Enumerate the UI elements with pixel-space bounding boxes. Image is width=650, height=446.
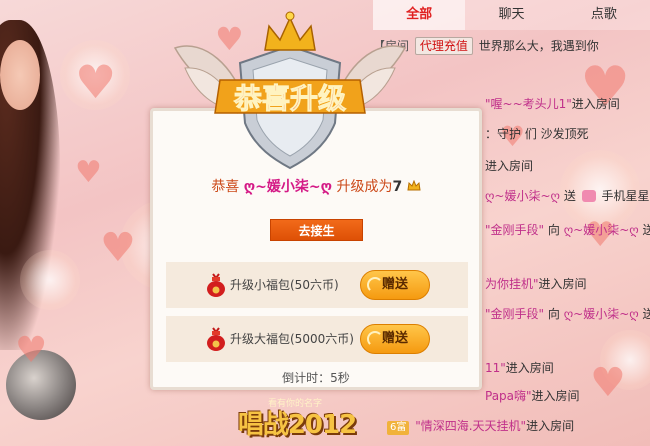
chat-line: Papa嗨"进入房间 <box>485 386 650 406</box>
chat-text: 送 <box>563 189 576 203</box>
go-deliver-button[interactable]: 去接生 <box>270 219 363 241</box>
gift-name: 手机星星， <box>601 189 650 203</box>
chat-line: ：守护 们 沙发顶死 <box>485 124 650 144</box>
small-lucky-bag-label: 升级小福包(50六币) <box>230 278 339 292</box>
user-name[interactable]: ღ~媛小柒~ღ <box>564 307 639 321</box>
user-name[interactable]: 为你挂机" <box>485 277 539 291</box>
lucky-bag-icon <box>207 327 225 351</box>
chat-text: 向 <box>547 223 560 237</box>
crown-icon <box>407 180 421 191</box>
send-small-lucky-bag-button[interactable]: 赠送 <box>360 270 430 300</box>
chat-line: 6富 "情深四海.天天挂机"进入房间 <box>387 416 650 436</box>
countdown-text: 倒计时：5秒 <box>282 371 350 385</box>
send-button-label: 赠送 <box>381 277 408 292</box>
swirl-icon <box>367 277 383 293</box>
user-name[interactable]: "喔~~考头儿1" <box>485 97 572 111</box>
bokeh-light <box>20 250 80 310</box>
user-name[interactable]: "金刚手段" <box>485 307 544 321</box>
send-button-label: 赠送 <box>381 331 408 346</box>
chat-text: 进入房间 <box>485 159 534 173</box>
heart-icon: ♥ <box>75 55 117 109</box>
event-logo-subtitle: 看有你的名字 <box>268 399 323 409</box>
chat-text: 送 <box>642 223 650 237</box>
chat-text: ：守护 们 沙发顶死 <box>485 127 589 141</box>
level-up-emblem: 恭喜升级 <box>173 11 407 170</box>
user-name[interactable]: 11" <box>485 361 506 375</box>
heart-icon: ♥ <box>15 330 48 371</box>
chat-text: 送 <box>642 307 650 321</box>
user-name[interactable]: Papa嗨" <box>485 389 532 403</box>
emblem-title: 恭喜升级 <box>233 82 346 115</box>
chat-line: "金刚手段" 向 ღ~媛小柒~ღ 送 <box>485 220 650 240</box>
chat-line: ღ~媛小柒~ღ 送 手机星星， <box>485 186 650 206</box>
user-name[interactable]: ღ~媛小柒~ღ <box>564 223 639 237</box>
chat-text: 进入房间 <box>505 361 554 375</box>
agent-recharge-button[interactable]: 代理充值 <box>414 37 473 55</box>
big-lucky-bag-label: 升级大福包(5000六币) <box>230 332 354 346</box>
room-announcement: 世界那么大，我遇到你 <box>478 39 599 53</box>
send-big-lucky-bag-button[interactable]: 赠送 <box>360 324 430 354</box>
message-middle: 升级成为 <box>336 179 393 195</box>
lucky-bag-icon <box>207 273 225 297</box>
level-up-message: 恭喜 ღ~媛小柒~ღ 升级成为7 <box>153 176 479 196</box>
gift-option-row: 升级大福包(5000六币) 赠送 <box>166 316 468 362</box>
gift-option-row: 升级小福包(50六币) 赠送 <box>166 262 468 308</box>
level-number: 7 <box>392 179 403 195</box>
chat-text: 向 <box>547 307 560 321</box>
message-prefix: 恭喜 <box>211 179 240 195</box>
user-name[interactable]: ღ~媛小柒~ღ <box>485 189 560 203</box>
chat-line: "金刚手段" 向 ღ~媛小柒~ღ 送 <box>485 304 650 324</box>
chat-line: 为你挂机"进入房间 <box>485 274 650 294</box>
tab-song-request[interactable]: 点歌 <box>558 0 650 30</box>
heart-icon: ♥ <box>75 155 102 190</box>
chat-text: 进入房间 <box>538 277 587 291</box>
user-name[interactable]: "情深四海.天天挂机" <box>415 419 526 433</box>
swirl-icon <box>367 331 383 347</box>
user-name[interactable]: "金刚手段" <box>485 223 544 237</box>
gift-icon <box>581 190 596 202</box>
tab-chat[interactable]: 聊天 <box>465 0 557 30</box>
chat-text: 进入房间 <box>571 97 620 111</box>
chat-line: 进入房间 <box>485 156 650 176</box>
chat-line: 11"进入房间 <box>485 358 650 378</box>
performer-face <box>0 40 40 110</box>
chat-text: 进入房间 <box>526 419 575 433</box>
heart-icon: ♥ <box>100 225 136 271</box>
chat-text: 进入房间 <box>531 389 580 403</box>
chat-line: "喔~~考头儿1"进入房间 <box>485 94 650 114</box>
user-name[interactable]: ღ~媛小柒~ღ <box>244 179 332 195</box>
wealth-rank-badge: 6富 <box>387 421 410 435</box>
